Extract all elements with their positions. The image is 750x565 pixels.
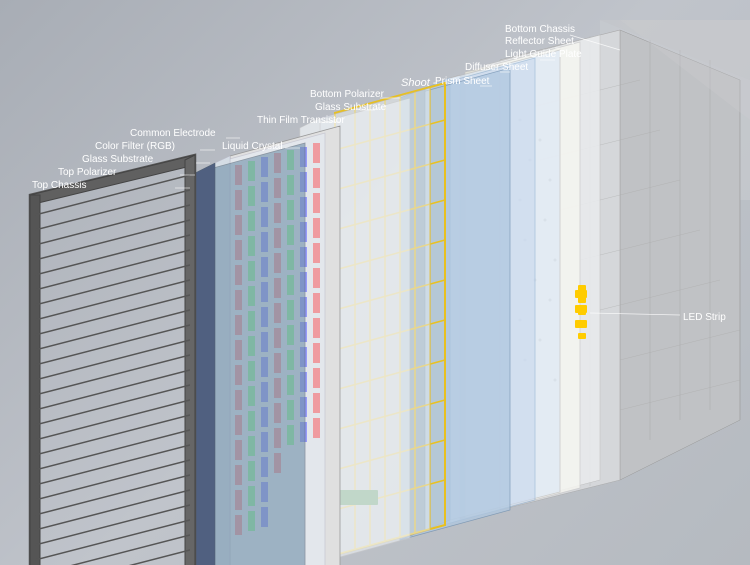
shoot-label: Shoot - [401,77,437,89]
common-electrode-label: Common Electrode [130,128,216,139]
reflector-sheet-label: Reflector Sheet [505,36,574,47]
thin-film-transistor-label: Thin Film Transistor [257,115,345,126]
top-polarizer-label: Top Polarizer [58,167,117,178]
top-polarizer-layer [195,143,305,565]
prism-sheet-label: Prism Sheet [435,76,490,87]
bottom-chassis-label: Bottom Chassis [505,24,575,35]
diffuser-sheet-label: Diffuser Sheet [465,62,528,73]
lcd-diagram: Bottom Chassis Reflector Sheet Light Gui… [0,0,750,565]
glass-substrate-1-label: Glass Substrate [82,154,154,165]
top-chassis-label: Top Chassis [32,180,86,191]
color-filter-label: Color Filter (RGB) [95,141,175,152]
led-strip-label: LED Strip [683,312,726,323]
diagram-scene: Bottom Chassis Reflector Sheet Light Gui… [0,0,750,565]
liquid-crystal-label: Liquid Crystal [222,141,283,152]
top-chassis-layer [30,155,195,565]
glass-substrate-2-label: Glass Substrate [315,102,387,113]
bottom-polarizer-label: Bottom Polarizer [310,89,385,100]
light-guide-plate-label: Light Guide Plate [505,49,582,60]
